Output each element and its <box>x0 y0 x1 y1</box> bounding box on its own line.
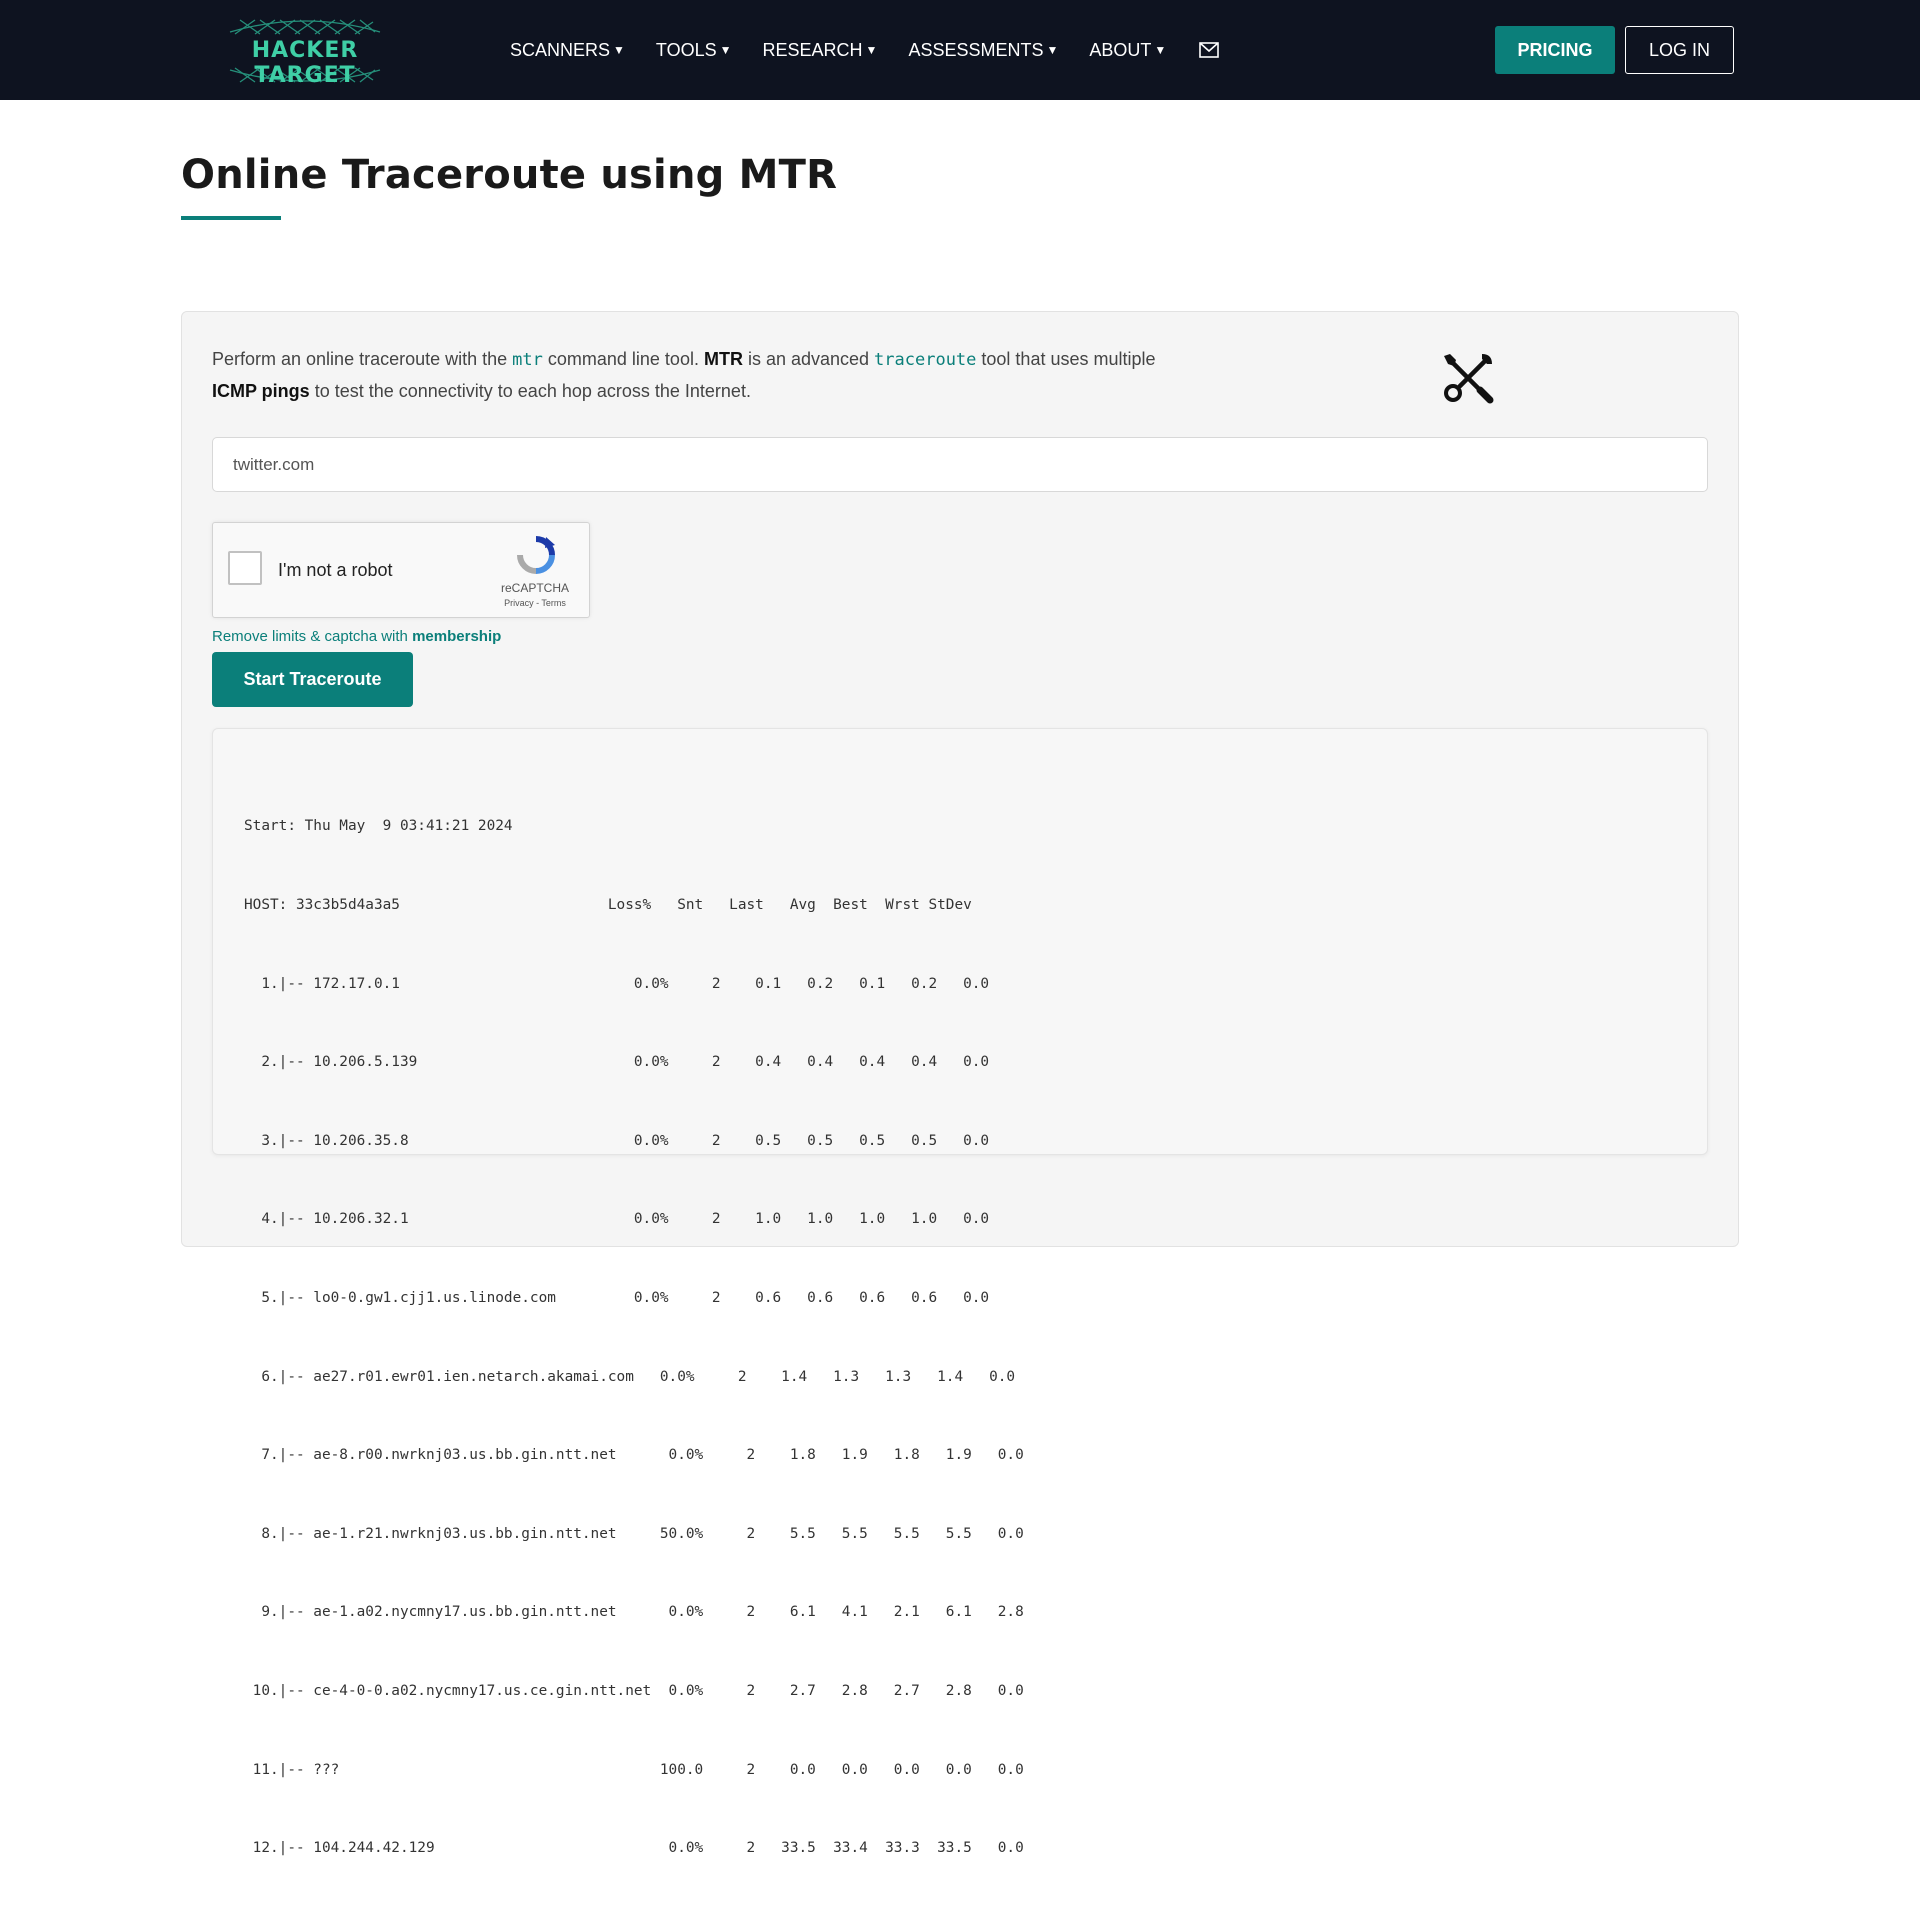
output-line: Start: Thu May 9 03:41:21 2024 <box>244 818 513 835</box>
hop-row: 4.|-- 10.206.32.1 0.0% 2 1.0 1.0 1.0 1.0… <box>244 1211 990 1228</box>
start-traceroute-button[interactable]: Start Traceroute <box>212 652 413 707</box>
recaptcha-brand: reCAPTCHA <box>500 581 569 595</box>
hop-row: 11.|-- ??? 100.0 2 0.0 0.0 0.0 0.0 0.0 <box>244 1761 1024 1778</box>
traceroute-code: traceroute <box>874 350 977 370</box>
membership-link[interactable]: membership <box>412 628 501 645</box>
pricing-button[interactable]: PRICING <box>1495 26 1615 74</box>
recaptcha-widget: I'm not a robot reCAPTCHA Privacy - Term… <box>212 522 590 618</box>
nav-research[interactable]: RESEARCH ▼ <box>763 40 878 61</box>
recaptcha-checkbox[interactable] <box>228 551 262 585</box>
nav-tools[interactable]: TOOLS ▼ <box>656 40 732 61</box>
recaptcha-label: I'm not a robot <box>278 560 393 580</box>
top-navbar: HACKER TARGET SCANNERS ▼ TOOLS ▼ RESEARC… <box>0 0 1920 100</box>
caret-down-icon: ▼ <box>613 43 625 57</box>
mtr-code: mtr <box>512 350 543 370</box>
hop-row: 5.|-- lo0-0.gw1.cjj1.us.linode.com 0.0% … <box>244 1289 990 1306</box>
hop-row: 2.|-- 10.206.5.139 0.0% 2 0.4 0.4 0.4 0.… <box>244 1054 990 1071</box>
hop-row: 1.|-- 172.17.0.1 0.0% 2 0.1 0.2 0.1 0.2 … <box>244 975 990 992</box>
hop-row: 8.|-- ae-1.r21.nwrknj03.us.bb.gin.ntt.ne… <box>244 1525 1024 1542</box>
output-header-line: HOST: 33c3b5d4a3a5 Loss% Snt Last Avg Be… <box>244 897 972 913</box>
nav-scanners-label: SCANNERS <box>510 39 611 60</box>
membership-promo: Remove limits & captcha with membership <box>212 628 501 645</box>
intro-text-4: tool that uses multiple <box>976 349 1156 369</box>
hop-row: 9.|-- ae-1.a02.nycmny17.us.bb.gin.ntt.ne… <box>244 1604 1024 1621</box>
intro-text-5: to test the connectivity to each hop acr… <box>309 381 751 401</box>
hop-row: 10.|-- ce-4-0-0.a02.nycmny17.us.ce.gin.n… <box>244 1682 1024 1699</box>
icmp-pings-bold: ICMP pings <box>212 381 310 401</box>
title-underline <box>181 216 281 220</box>
intro-text-3: is an advanced <box>742 349 875 369</box>
login-button[interactable]: LOG IN <box>1625 26 1734 74</box>
traceroute-output-text: Start: Thu May 9 03:41:21 2024 HOST: 33c… <box>244 761 1024 1914</box>
caret-down-icon: ▼ <box>719 43 732 57</box>
nav-research-label: RESEARCH <box>762 39 863 60</box>
intro-text-2: command line tool. <box>542 349 704 369</box>
nav-tools-label: TOOLS <box>655 39 717 60</box>
intro-text-1: Perform an online traceroute with the <box>212 349 513 369</box>
nav-scanners[interactable]: SCANNERS ▼ <box>510 40 625 61</box>
hacker-target-logo[interactable]: HACKER TARGET <box>205 12 405 88</box>
tools-icon <box>1444 354 1494 404</box>
nav-assessments[interactable]: ASSESSMENTS ▼ <box>908 40 1058 61</box>
mtr-bold: MTR <box>703 349 743 369</box>
page-title: Online Traceroute using MTR <box>181 152 838 198</box>
traceroute-output: Start: Thu May 9 03:41:21 2024 HOST: 33c… <box>212 728 1708 1856</box>
hop-row: 3.|-- 10.206.35.8 0.0% 2 0.5 0.5 0.5 0.5… <box>244 1132 990 1149</box>
caret-down-icon: ▼ <box>1046 43 1059 57</box>
caret-down-icon: ▼ <box>865 43 878 57</box>
membership-prefix: Remove limits & captcha with <box>212 628 413 645</box>
target-host-input[interactable] <box>212 437 1708 492</box>
nav-assessments-label: ASSESSMENTS <box>908 39 1044 60</box>
caret-down-icon: ▼ <box>1154 43 1167 57</box>
logo-text: HACKER TARGET <box>251 38 359 88</box>
main-menu: SCANNERS ▼ TOOLS ▼ RESEARCH ▼ ASSESSMENT… <box>510 0 1220 100</box>
nav-about-label: ABOUT <box>1089 39 1152 60</box>
hop-row: 6.|-- ae27.r01.ewr01.ien.netarch.akamai.… <box>244 1368 1016 1385</box>
recaptcha-logo-icon <box>517 536 555 574</box>
hop-row: 12.|-- 104.244.42.129 0.0% 2 33.5 33.4 3… <box>244 1840 1024 1857</box>
envelope-icon[interactable] <box>1199 42 1220 58</box>
recaptcha-links[interactable]: Privacy - Terms <box>495 598 575 608</box>
hop-row: 7.|-- ae-8.r00.nwrknj03.us.bb.gin.ntt.ne… <box>244 1447 1024 1464</box>
nav-about[interactable]: ABOUT ▼ <box>1089 40 1166 61</box>
intro-text: Perform an online traceroute with the mt… <box>212 344 1212 407</box>
